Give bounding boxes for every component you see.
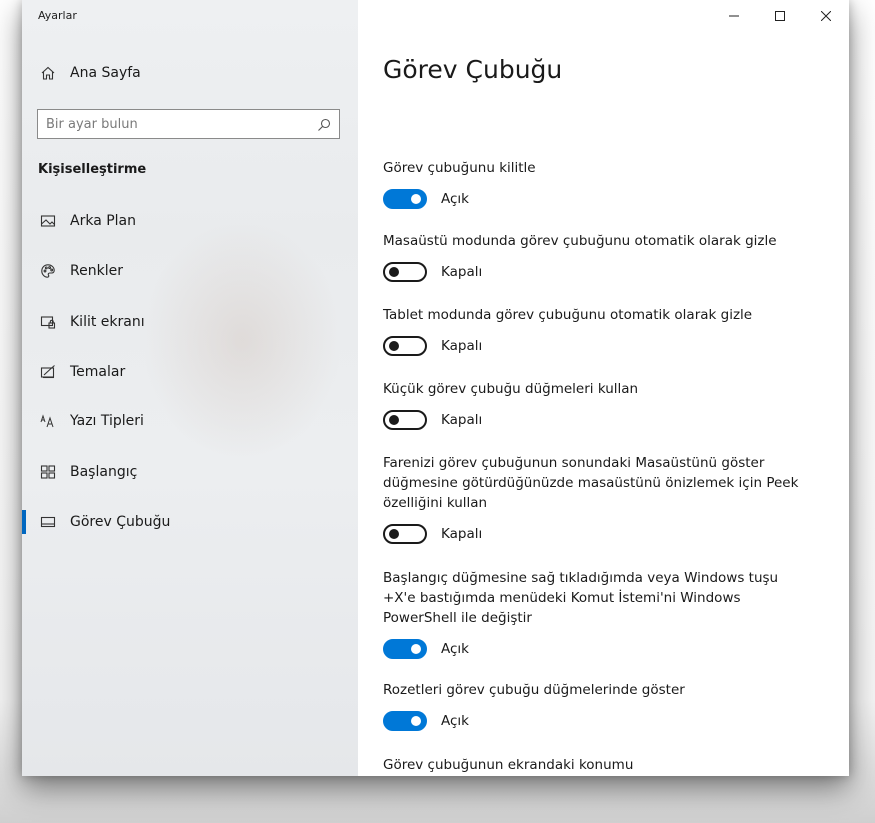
toggle-row: Açık: [383, 188, 823, 210]
sidebar-item-label: Renkler: [70, 263, 123, 279]
home-icon: [40, 65, 56, 81]
setting-label: Görev çubuğunu kilitle: [383, 160, 536, 176]
toggle-row: Açık: [383, 710, 823, 732]
autohide-tablet-toggle[interactable]: [383, 336, 427, 356]
toggle-knob: [411, 644, 421, 654]
setting-label-line: düğmesine götürdüğünüzde masaüstünü öniz…: [383, 475, 799, 491]
minimize-icon: [729, 15, 739, 17]
sidebar-item-fonts[interactable]: Yazı Tipleri: [22, 401, 358, 441]
minimize-button[interactable]: [711, 0, 757, 32]
close-button[interactable]: [803, 0, 849, 32]
section-title: Kişiselleştirme: [38, 162, 147, 177]
setting-label-line: PowerShell ile değiştir: [383, 610, 532, 626]
sidebar-item-lock-screen[interactable]: Kilit ekranı: [22, 302, 358, 342]
toggle-state-text: Açık: [441, 191, 469, 207]
window-controls: [711, 0, 849, 32]
setting-autohide-tablet: Tablet modunda görev çubuğunu otomatik o…: [383, 305, 823, 357]
lock-taskbar-toggle[interactable]: [383, 189, 427, 209]
close-icon: [821, 11, 831, 21]
setting-small-buttons: Küçük görev çubuğu düğmeleri kullan Kapa…: [383, 379, 823, 431]
app-title: Ayarlar: [38, 9, 77, 22]
start-icon: [40, 464, 56, 480]
setting-label: Görev çubuğunun ekrandaki konumu: [383, 757, 634, 773]
themes-icon: [40, 364, 56, 380]
toggle-knob: [389, 341, 399, 351]
sidebar-item-label: Yazı Tipleri: [70, 413, 144, 429]
sidebar-item-themes[interactable]: Temalar: [22, 352, 358, 392]
setting-peek: Farenizi görev çubuğunun sonundaki Masaü…: [383, 453, 823, 545]
powershell-toggle[interactable]: [383, 639, 427, 659]
sidebar-item-label: Görev Çubuğu: [70, 514, 171, 530]
sidebar-item-label: Ana Sayfa: [70, 65, 141, 81]
small-buttons-toggle[interactable]: [383, 410, 427, 430]
page-title: Görev Çubuğu: [383, 55, 563, 84]
toggle-state-text: Kapalı: [441, 526, 483, 542]
setting-taskbar-location: Görev çubuğunun ekrandaki konumu: [383, 755, 823, 775]
sidebar-item-label: Kilit ekranı: [70, 314, 145, 330]
sidebar-item-label: Temalar: [70, 364, 126, 380]
toggle-knob: [411, 716, 421, 726]
palette-icon: [40, 263, 56, 279]
toggle-knob: [389, 267, 399, 277]
peek-toggle[interactable]: [383, 524, 427, 544]
toggle-state-text: Kapalı: [441, 412, 483, 428]
search-box[interactable]: [37, 109, 340, 139]
toggle-row: Kapalı: [383, 409, 823, 431]
autohide-desktop-toggle[interactable]: [383, 262, 427, 282]
toggle-state-text: Kapalı: [441, 338, 483, 354]
toggle-row: Kapalı: [383, 335, 823, 357]
taskbar-icon: [40, 514, 56, 530]
setting-label: Rozetleri görev çubuğu düğmelerinde göst…: [383, 682, 685, 698]
setting-label: Tablet modunda görev çubuğunu otomatik o…: [383, 307, 753, 323]
main-pane: Görev Çubuğu Görev çubuğunu kilitle Açık…: [358, 0, 849, 776]
toggle-row: Açık: [383, 638, 823, 660]
setting-label-line: Farenizi görev çubuğunun sonundaki Masaü…: [383, 455, 765, 471]
setting-powershell: Başlangıç düğmesine sağ tıkladığımda vey…: [383, 568, 823, 660]
toggle-state-text: Kapalı: [441, 264, 483, 280]
active-indicator: [22, 510, 26, 534]
toggle-row: Kapalı: [383, 261, 823, 283]
settings-window: Ayarlar Ana Sayfa Kişiselleştirme Arka P…: [22, 0, 849, 776]
setting-lock-taskbar: Görev çubuğunu kilitle Açık: [383, 158, 823, 210]
toggle-knob: [389, 415, 399, 425]
sidebar-item-home[interactable]: Ana Sayfa: [22, 53, 358, 93]
search-icon[interactable]: [317, 117, 331, 131]
fonts-icon: [40, 413, 56, 429]
toggle-knob: [389, 529, 399, 539]
sidebar-item-label: Arka Plan: [70, 213, 137, 229]
sidebar-item-label: Başlangıç: [70, 464, 138, 480]
setting-label-line: +X'e bastığımda menüdeki Komut İstemi'ni…: [383, 590, 741, 606]
toggle-state-text: Açık: [441, 641, 469, 657]
search-input[interactable]: [38, 110, 306, 138]
sidebar: Ayarlar Ana Sayfa Kişiselleştirme Arka P…: [22, 0, 358, 776]
sidebar-item-colors[interactable]: Renkler: [22, 251, 358, 291]
maximize-icon: [775, 11, 785, 21]
lock-screen-icon: [40, 314, 56, 330]
toggle-state-text: Açık: [441, 713, 469, 729]
toggle-row: Kapalı: [383, 523, 823, 545]
setting-label: Masaüstü modunda görev çubuğunu otomatik…: [383, 233, 777, 249]
sidebar-item-start[interactable]: Başlangıç: [22, 452, 358, 492]
toggle-knob: [411, 194, 421, 204]
badges-toggle[interactable]: [383, 711, 427, 731]
setting-autohide-desktop: Masaüstü modunda görev çubuğunu otomatik…: [383, 231, 823, 283]
setting-label: Küçük görev çubuğu düğmeleri kullan: [383, 381, 639, 397]
picture-icon: [40, 213, 56, 229]
sidebar-item-taskbar[interactable]: Görev Çubuğu: [22, 502, 358, 542]
maximize-button[interactable]: [757, 0, 803, 32]
sidebar-item-background[interactable]: Arka Plan: [22, 201, 358, 241]
setting-label-line: Başlangıç düğmesine sağ tıkladığımda vey…: [383, 570, 779, 586]
setting-label-line: özelliğini kullan: [383, 495, 488, 511]
setting-badges: Rozetleri görev çubuğu düğmelerinde göst…: [383, 680, 823, 732]
